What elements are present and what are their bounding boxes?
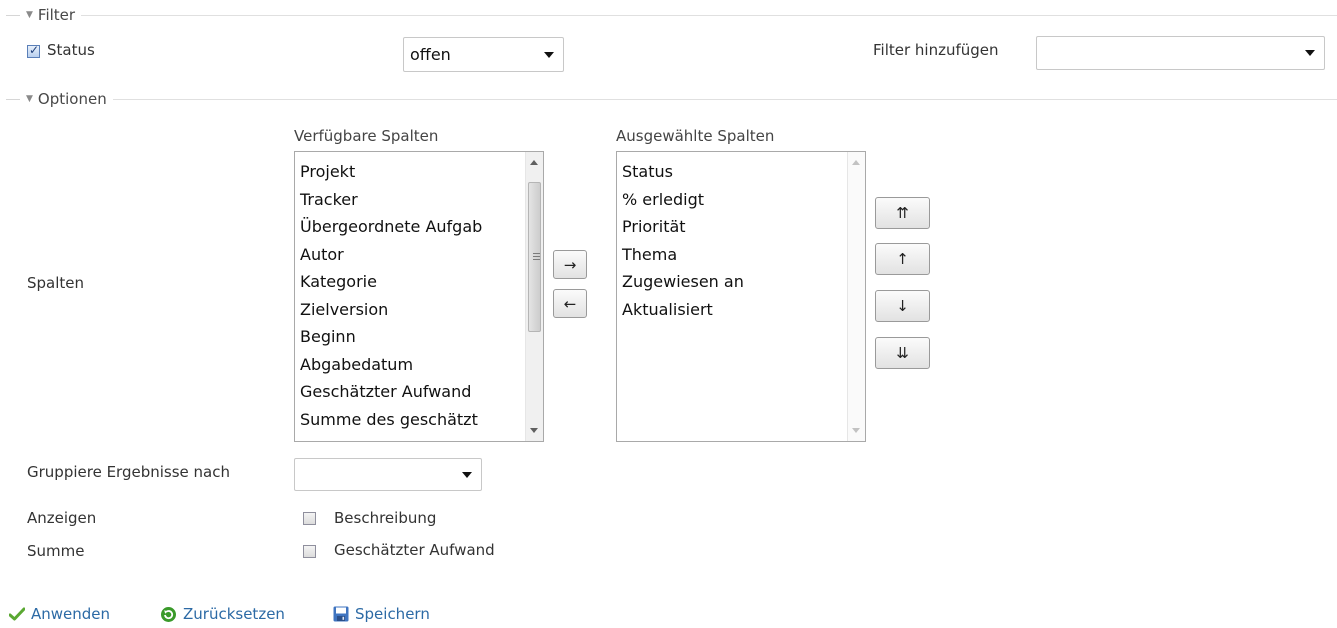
total-estimated-label: Geschätzter Aufwand xyxy=(334,541,495,559)
filter-legend-label: Filter xyxy=(37,6,76,24)
legend-line-right xyxy=(112,98,1337,100)
reload-icon xyxy=(161,606,176,622)
selected-columns-items: Status% erledigt Priorität Thema Zugewiesen… xyxy=(622,158,744,323)
scroll-down-icon[interactable] xyxy=(852,428,860,433)
selected-columns-header: Ausgewählte Spalten xyxy=(616,127,775,145)
selected-column-option[interactable]: % erledigt xyxy=(622,186,744,214)
available-columns-list[interactable]: Projekt Tracker Übergeordnete Aufgab Autor K… xyxy=(294,151,544,442)
legend-line-left xyxy=(6,98,20,100)
options-legend[interactable]: ▼ Optionen xyxy=(6,89,1337,109)
apply-link[interactable]: Anwenden xyxy=(9,605,110,623)
add-filter-select[interactable] xyxy=(1036,36,1325,70)
collapse-triangle-icon: ▼ xyxy=(26,93,33,104)
scrollbar-thumb[interactable] xyxy=(528,182,541,332)
move-to-top-button[interactable]: ⇈ xyxy=(875,197,930,229)
grip-line xyxy=(533,256,540,257)
available-column-option[interactable]: Abgabedatum xyxy=(300,351,482,379)
collapse-triangle-icon: ▼ xyxy=(26,9,33,20)
show-description-label: Beschreibung xyxy=(334,509,437,527)
move-down-button[interactable]: ↓ xyxy=(875,290,930,322)
grip-line xyxy=(533,253,540,254)
scroll-up-icon[interactable] xyxy=(530,160,538,165)
selected-column-option[interactable]: Zugewiesen an xyxy=(622,268,744,296)
show-label: Anzeigen xyxy=(27,509,97,527)
chevron-down-icon xyxy=(462,471,472,478)
selected-column-option[interactable]: Thema xyxy=(622,241,744,269)
status-filter-checkbox[interactable] xyxy=(27,43,40,58)
selected-column-option[interactable]: Priorität xyxy=(622,213,744,241)
checkmark-icon xyxy=(9,607,25,621)
available-column-option[interactable]: Übergeordnete Aufgab xyxy=(300,213,482,241)
apply-label: Anwenden xyxy=(31,605,111,623)
chevron-down-icon xyxy=(1305,50,1315,56)
group-by-select[interactable] xyxy=(294,458,482,491)
save-label: Speichern xyxy=(355,605,430,623)
status-operator-select[interactable]: offen xyxy=(403,37,564,72)
legend-line-right xyxy=(81,14,1337,16)
available-column-option[interactable]: Tracker xyxy=(300,186,482,214)
total-estimated-checkbox[interactable] xyxy=(303,545,316,558)
available-column-option[interactable]: Zielversion xyxy=(300,296,482,324)
available-columns-items: Projekt Tracker Übergeordnete Aufgab Autor K… xyxy=(300,158,482,433)
available-column-option[interactable]: Geschätzter Aufwand xyxy=(300,378,482,406)
reset-label: Zurücksetzen xyxy=(183,605,285,623)
floppy-disk-icon xyxy=(333,606,349,622)
reset-link[interactable]: Zurücksetzen xyxy=(160,605,285,623)
group-by-label: Gruppiere Ergebnisse nach xyxy=(27,463,230,481)
scroll-up-icon[interactable] xyxy=(852,160,860,165)
save-link[interactable]: Speichern xyxy=(333,605,430,623)
scroll-down-icon[interactable] xyxy=(530,428,538,433)
show-description-checkbox[interactable] xyxy=(303,512,316,525)
available-column-option[interactable]: Projekt xyxy=(300,158,482,186)
columns-label: Spalten xyxy=(27,274,85,292)
move-up-button[interactable]: ↑ xyxy=(875,243,930,275)
grip-line xyxy=(533,259,540,260)
available-columns-scrollbar[interactable] xyxy=(525,152,543,441)
remove-column-button[interactable]: ← xyxy=(553,289,587,318)
status-filter-label: Status xyxy=(47,41,95,59)
add-column-button[interactable]: → xyxy=(553,250,587,279)
chevron-down-icon xyxy=(544,51,554,58)
total-label: Summe xyxy=(27,542,85,560)
status-operator-value: offen xyxy=(410,45,451,64)
available-column-option[interactable]: Beginn xyxy=(300,323,482,351)
filter-legend[interactable]: ▼ Filter xyxy=(6,5,1337,25)
options-legend-label: Optionen xyxy=(37,90,107,108)
selected-columns-scrollbar[interactable] xyxy=(847,152,865,441)
selected-column-option[interactable]: Status xyxy=(622,158,744,186)
move-to-bottom-button[interactable]: ⇊ xyxy=(875,337,930,369)
available-columns-header: Verfügbare Spalten xyxy=(294,127,439,145)
legend-line-left xyxy=(6,14,20,16)
selected-columns-list[interactable]: Status% erledigt Priorität Thema Zugewiesen… xyxy=(616,151,866,442)
available-column-option[interactable]: Summe des geschätzt xyxy=(300,406,482,434)
add-filter-label: Filter hinzufügen xyxy=(873,41,999,59)
available-column-option[interactable]: Autor xyxy=(300,241,482,269)
selected-column-option[interactable]: Aktualisiert xyxy=(622,296,744,324)
available-column-option[interactable]: Kategorie xyxy=(300,268,482,296)
